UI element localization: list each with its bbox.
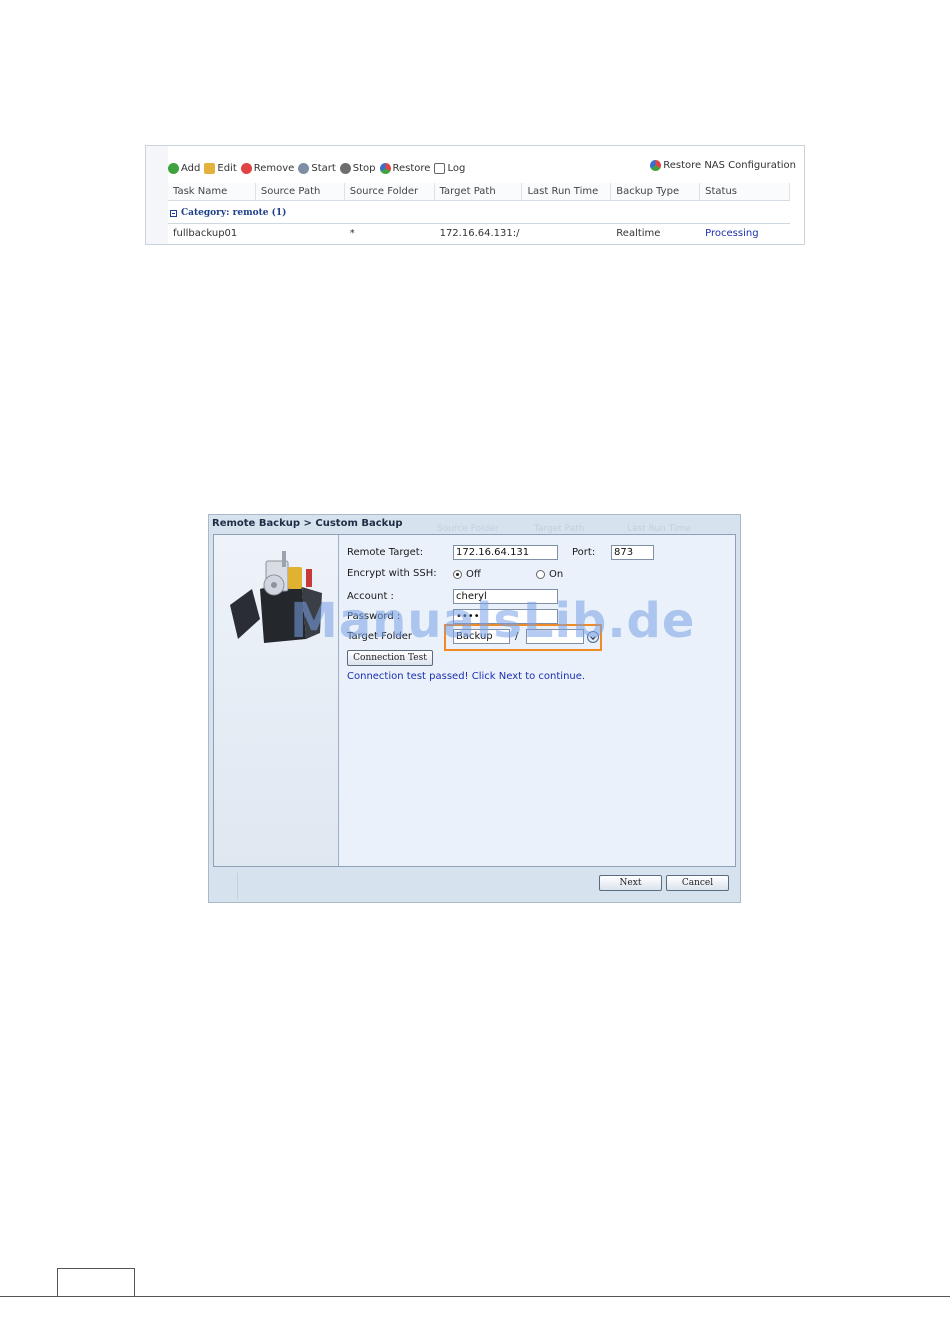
task-toolbar: Add Edit Remove Start Stop Restore Log R… — [168, 160, 804, 176]
restore-button[interactable]: Restore — [379, 162, 430, 174]
log-icon — [434, 162, 446, 174]
stop-icon — [339, 162, 351, 174]
stop-button[interactable]: Stop — [339, 162, 376, 174]
connection-test-button[interactable]: Connection Test — [347, 650, 433, 666]
column-header-status[interactable]: Status — [700, 183, 791, 200]
column-header-source-path[interactable]: Source Path — [256, 183, 345, 200]
footer-divider — [237, 873, 238, 899]
column-header-backup-type[interactable]: Backup Type — [611, 183, 701, 200]
task-grid-header: Task Name Source Path Source Folder Targ… — [168, 183, 791, 201]
encrypt-off-radio[interactable]: Off — [453, 569, 481, 580]
next-button[interactable]: Next — [599, 875, 662, 891]
wizard-sidebar — [214, 535, 339, 866]
target-folder-label: Target Folder — [347, 631, 413, 642]
add-icon — [168, 162, 179, 174]
password-input[interactable] — [453, 609, 558, 624]
column-header-last-run-time[interactable]: Last Run Time — [522, 183, 612, 200]
wizard-body: Remote Target: Port: Encrypt with SSH: O… — [213, 534, 736, 867]
restore-nas-icon — [650, 160, 662, 171]
edit-button[interactable]: Edit — [204, 162, 237, 174]
column-header-target-path[interactable]: Target Path — [435, 183, 523, 200]
target-folder-highlight — [444, 624, 602, 651]
collapse-icon — [170, 209, 177, 217]
backup-box-illustration-icon — [230, 551, 322, 643]
remote-target-input[interactable] — [453, 545, 558, 560]
cell-target-path: 172.16.64.131:/ — [439, 228, 520, 239]
ghost-header-source-folder: Source Folder — [437, 524, 499, 534]
cell-last-run-time — [522, 225, 611, 242]
cell-status: Processing — [705, 228, 759, 239]
restore-icon — [379, 162, 391, 174]
encrypt-on-radio[interactable]: On — [536, 569, 563, 580]
page-footer-line — [0, 1296, 950, 1297]
cell-task-name: fullbackup01 — [173, 228, 238, 239]
wizard-footer: Next Cancel — [209, 865, 740, 902]
column-header-source-folder[interactable]: Source Folder — [345, 183, 435, 200]
remote-target-label: Remote Target: — [347, 547, 424, 558]
edit-icon — [204, 162, 216, 174]
encrypt-ssh-label: Encrypt with SSH: — [347, 568, 437, 579]
ghost-header-last-run-time: Last Run Time — [627, 524, 691, 534]
remove-button[interactable]: Remove — [240, 162, 294, 174]
start-button[interactable]: Start — [298, 162, 336, 174]
port-input[interactable] — [611, 545, 654, 560]
cell-source-path — [256, 225, 345, 242]
restore-nas-configuration-button[interactable]: Restore NAS Configuration — [650, 160, 796, 171]
category-group-toggle[interactable]: Category: remote (1) — [170, 208, 286, 218]
category-label: Category: remote (1) — [181, 208, 287, 218]
cell-backup-type: Realtime — [616, 228, 661, 239]
backup-task-panel: Add Edit Remove Start Stop Restore Log R… — [145, 145, 805, 245]
table-row[interactable]: fullbackup01 * 172.16.64.131:/ Realtime … — [168, 225, 790, 242]
wizard-form: Remote Target: Port: Encrypt with SSH: O… — [340, 535, 735, 866]
log-button[interactable]: Log — [434, 162, 465, 174]
divider — [168, 223, 790, 224]
port-label: Port: — [572, 547, 596, 558]
radio-selected-icon — [453, 570, 462, 579]
radio-unselected-icon — [536, 570, 545, 579]
connection-status-message: Connection test passed! Click Next to co… — [347, 671, 586, 682]
play-icon — [298, 162, 310, 174]
account-label: Account : — [347, 591, 394, 602]
page-number-tab — [57, 1268, 135, 1297]
add-button[interactable]: Add — [168, 162, 200, 174]
ghost-header-target-path: Target Path — [534, 524, 585, 534]
custom-backup-wizard: Remote Backup > Custom Backup Source Fol… — [208, 514, 741, 903]
password-label: Password : — [347, 611, 401, 622]
column-header-task-name[interactable]: Task Name — [168, 183, 256, 200]
cell-source-folder: * — [349, 228, 355, 239]
task-list-area: Add Edit Remove Start Stop Restore Log R… — [168, 146, 804, 244]
cancel-button[interactable]: Cancel — [666, 875, 729, 891]
account-input[interactable] — [453, 589, 558, 604]
remove-icon — [240, 162, 252, 174]
wizard-title: Remote Backup > Custom Backup — [212, 518, 403, 529]
